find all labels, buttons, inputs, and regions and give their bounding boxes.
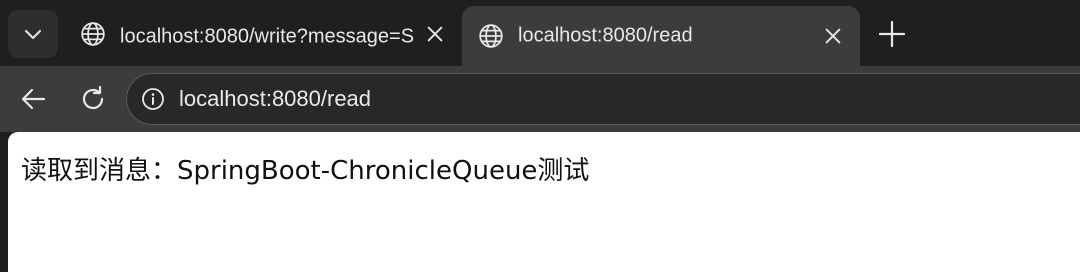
back-arrow-icon[interactable] xyxy=(18,84,48,114)
chevron-down-icon xyxy=(24,29,42,40)
info-icon[interactable] xyxy=(141,87,165,111)
toolbar: localhost:8080/read xyxy=(0,66,1080,132)
new-tab-icon[interactable] xyxy=(876,18,908,50)
page-content: 读取到消息：SpringBoot-ChronicleQueue测试 xyxy=(8,132,1080,272)
tab-write[interactable]: localhost:8080/write?message=SpringBoot-… xyxy=(64,6,462,62)
reload-icon[interactable] xyxy=(78,84,108,114)
close-icon[interactable] xyxy=(424,23,446,45)
tab-read[interactable]: localhost:8080/read xyxy=(462,6,860,66)
close-icon[interactable] xyxy=(822,25,844,47)
tab-title: localhost:8080/write?message=SpringBoot-… xyxy=(120,25,414,48)
globe-icon xyxy=(81,22,105,46)
message-text: 读取到消息：SpringBoot-ChronicleQueue测试 xyxy=(21,156,590,186)
tab-title: localhost:8080/read xyxy=(518,24,693,47)
url-text[interactable]: localhost:8080/read xyxy=(179,86,371,112)
globe-icon xyxy=(479,24,503,48)
address-bar[interactable]: localhost:8080/read xyxy=(126,73,1080,125)
tab-search-button[interactable] xyxy=(8,10,58,58)
tab-strip: localhost:8080/write?message=SpringBoot-… xyxy=(0,0,1080,66)
